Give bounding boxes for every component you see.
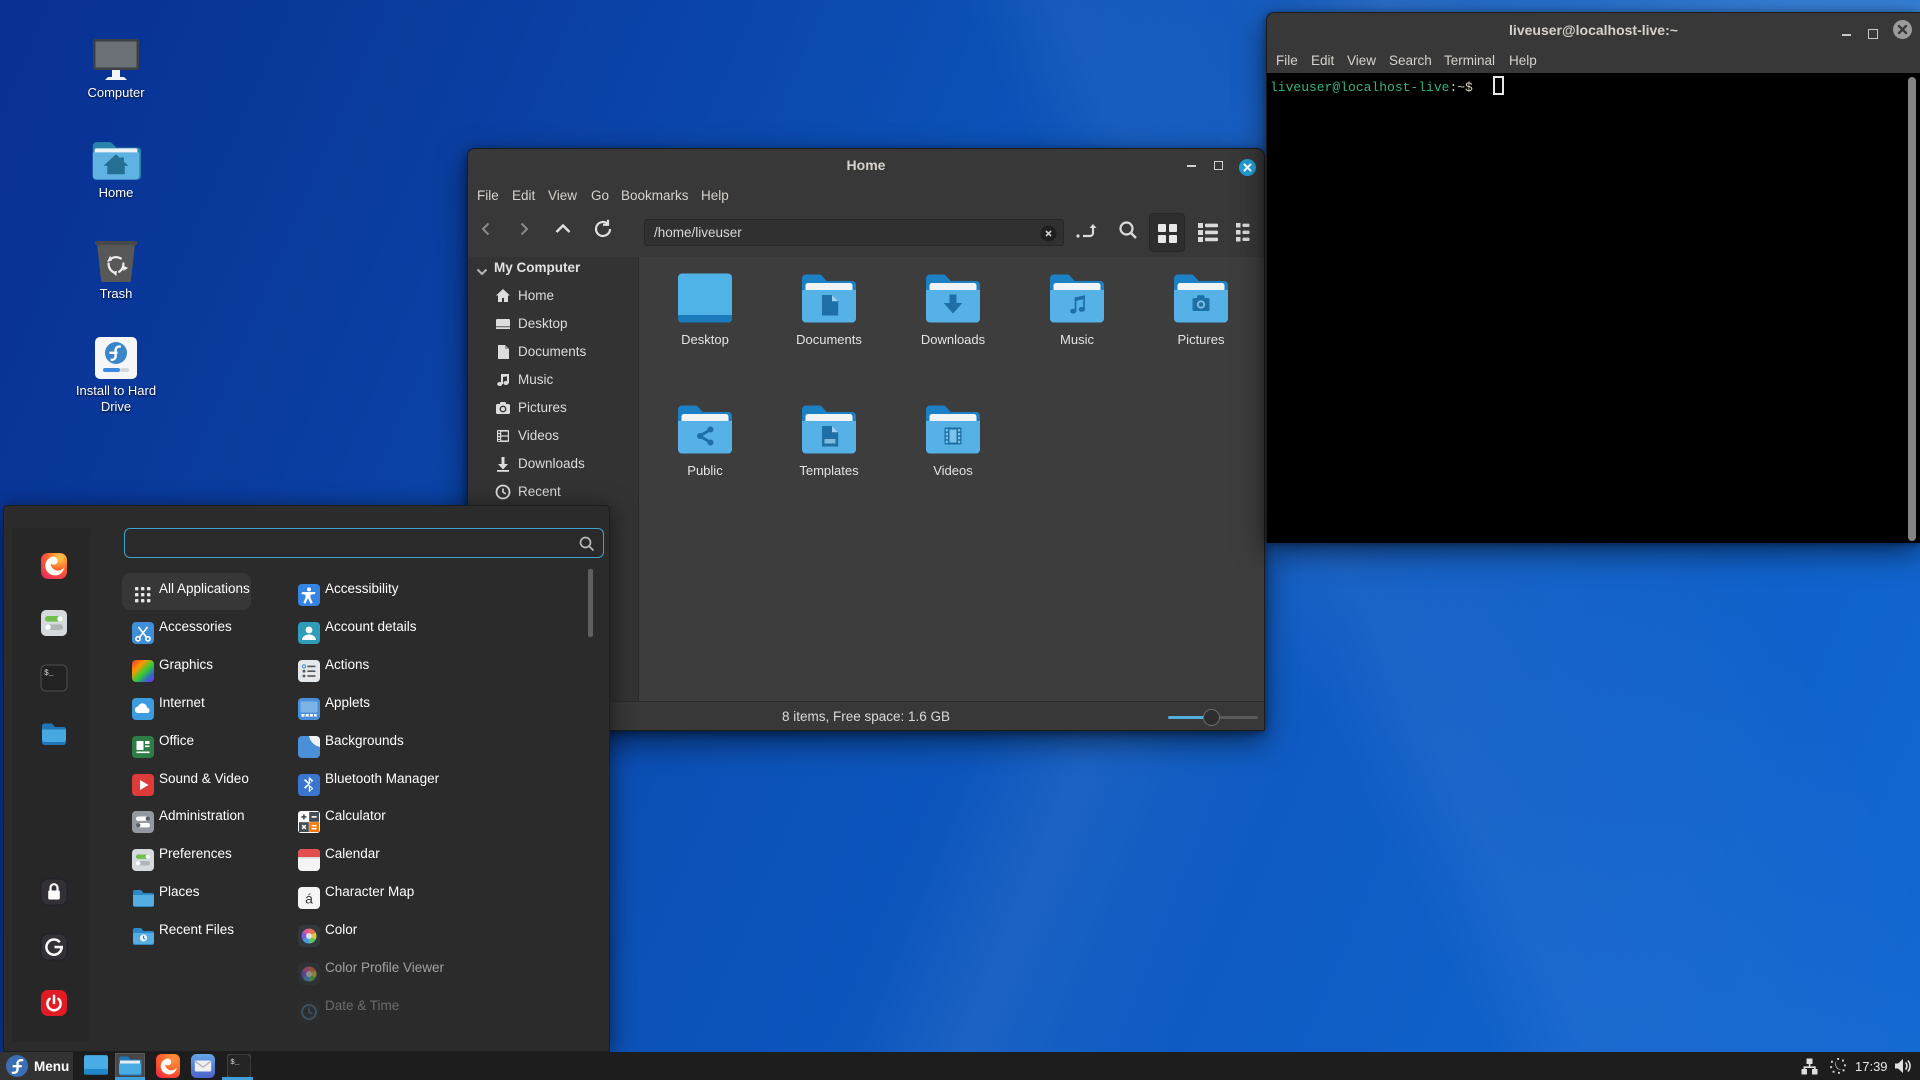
svg-text:$_: $_ (230, 1059, 240, 1067)
svg-text:$_: $_ (44, 669, 54, 678)
svg-text:á: á (305, 891, 313, 907)
